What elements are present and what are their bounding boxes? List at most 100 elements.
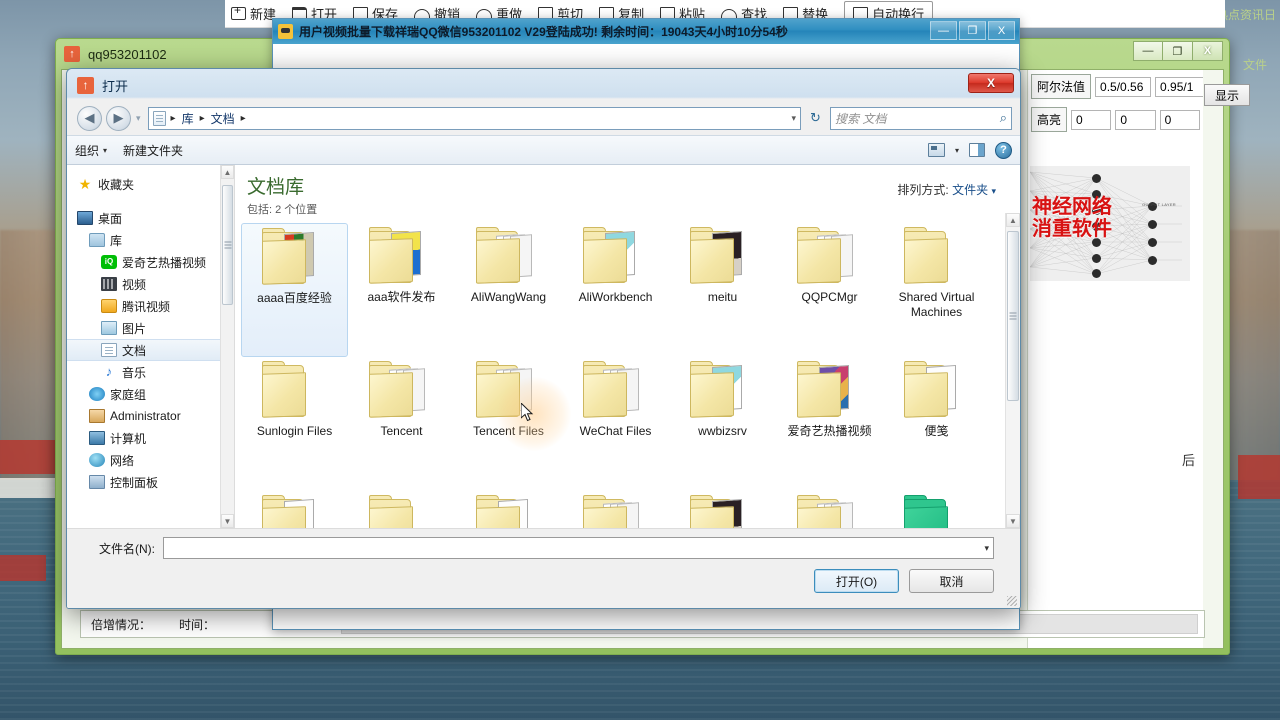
list-item[interactable] bbox=[883, 491, 990, 528]
computer-icon bbox=[89, 431, 105, 445]
scroll-up-button[interactable]: ▲ bbox=[1006, 213, 1020, 227]
chevron-down-icon[interactable]: ▾ bbox=[984, 543, 989, 554]
highlight-value-1[interactable]: 0 bbox=[1071, 109, 1112, 130]
chevron-down-icon[interactable]: ▾ bbox=[791, 113, 796, 124]
highlight-value-3[interactable]: 0 bbox=[1159, 109, 1200, 130]
sidebar-item-tencent-video[interactable]: 腾讯视频 bbox=[67, 295, 234, 317]
navigation-tree[interactable]: ★ 收藏夹 桌面 库 iQ 爱奇艺热播视频 视频 腾讯视频 图片 文档 ♪ 音乐… bbox=[67, 165, 234, 493]
dialog-command-bar[interactable]: 组织 ▾ 新建文件夹 ▾ ? bbox=[67, 135, 1020, 165]
list-item[interactable] bbox=[455, 491, 562, 528]
breadcrumb-documents[interactable]: 文档 bbox=[210, 110, 236, 127]
list-item[interactable]: Sunlogin Files bbox=[241, 357, 348, 491]
folder-icon bbox=[795, 227, 865, 285]
navigation-scrollbar[interactable]: ▲ ▼ bbox=[220, 165, 234, 528]
cancel-button[interactable]: 取消 bbox=[909, 569, 994, 593]
back-arrow-icon[interactable]: ◀ bbox=[77, 105, 102, 131]
list-item[interactable] bbox=[562, 491, 669, 528]
sidebar-item-videos[interactable]: 视频 bbox=[67, 273, 234, 295]
sidebar-item-network[interactable]: 网络 bbox=[67, 449, 234, 471]
close-button[interactable]: X bbox=[1193, 41, 1223, 61]
list-item[interactable]: QQPCMgr bbox=[776, 223, 883, 357]
dialog-buttons[interactable]: 打开(O) 取消 bbox=[67, 559, 1020, 593]
list-item[interactable] bbox=[348, 491, 455, 528]
chevron-down-icon[interactable]: ▾ bbox=[955, 146, 959, 155]
open-file-dialog[interactable]: ↑ 打开 X ◀ ▶ ▾ ▸ 库 ▸ 文档 ▸ ▾ ↻ 搜索 文档 ⌕ 组织 ▾… bbox=[66, 68, 1021, 609]
downloader-titlebar[interactable]: 用户视频批量下载祥瑞QQ微信953201102 V29登陆成功! 剩余时间：19… bbox=[273, 19, 1019, 44]
list-item[interactable]: wwbizsrv bbox=[669, 357, 776, 491]
alpha-value-2[interactable]: 0.95/1 bbox=[1155, 76, 1203, 97]
list-item[interactable]: AliWangWang bbox=[455, 223, 562, 357]
scrollbar-thumb[interactable] bbox=[1007, 231, 1019, 401]
sidebar-item-libraries[interactable]: 库 bbox=[67, 229, 234, 251]
breadcrumb-library[interactable]: 库 bbox=[181, 110, 195, 127]
minimize-button[interactable]: — bbox=[930, 21, 957, 40]
sidebar-item-favorites[interactable]: ★ 收藏夹 bbox=[67, 173, 234, 195]
sidebar-item-music[interactable]: ♪ 音乐 bbox=[67, 361, 234, 383]
filename-input[interactable]: ▾ bbox=[163, 537, 994, 559]
open-button[interactable]: 打开(O) bbox=[814, 569, 899, 593]
sidebar-item-documents[interactable]: 文档 bbox=[67, 339, 234, 361]
organize-menu[interactable]: 组织 ▾ bbox=[75, 142, 107, 159]
sidebar-item-pictures[interactable]: 图片 bbox=[67, 317, 234, 339]
list-item[interactable]: 便笺 bbox=[883, 357, 990, 491]
navigation-pane[interactable]: ★ 收藏夹 桌面 库 iQ 爱奇艺热播视频 视频 腾讯视频 图片 文档 ♪ 音乐… bbox=[67, 165, 235, 528]
minimize-button[interactable]: — bbox=[1133, 41, 1163, 61]
toolbar-new[interactable]: 新建 bbox=[231, 4, 276, 23]
list-item[interactable]: Tencent Files bbox=[455, 357, 562, 491]
help-icon[interactable]: ? bbox=[995, 141, 1012, 159]
list-item[interactable]: Tencent bbox=[348, 357, 455, 491]
downloader-window-controls[interactable]: — ❐ X bbox=[930, 21, 1015, 40]
list-item[interactable]: AliWorkbench bbox=[562, 223, 669, 357]
dialog-navigation-bar[interactable]: ◀ ▶ ▾ ▸ 库 ▸ 文档 ▸ ▾ ↻ 搜索 文档 ⌕ bbox=[67, 101, 1020, 135]
list-item[interactable]: 爱奇艺热播视频 bbox=[776, 357, 883, 491]
dialog-bottom-bar[interactable]: 文件名(N): ▾ 打开(O) 取消 bbox=[67, 528, 1020, 608]
close-button[interactable]: X bbox=[988, 21, 1015, 40]
sidebar-item-homegroup[interactable]: 家庭组 bbox=[67, 383, 234, 405]
sidebar-item-label: 家庭组 bbox=[110, 387, 147, 402]
chevron-down-icon[interactable]: ▾ bbox=[991, 186, 996, 196]
list-item[interactable]: aaaa百度经验 bbox=[241, 223, 348, 357]
sidebar-item-administrator[interactable]: Administrator bbox=[67, 405, 234, 427]
sidebar-item-control-panel[interactable]: 控制面板 bbox=[67, 471, 234, 493]
arrange-by-control[interactable]: 排列方式: 文件夹 ▾ bbox=[897, 181, 996, 198]
sidebar-item-computer[interactable]: 计算机 bbox=[67, 427, 234, 449]
search-input[interactable]: 搜索 文档 ⌕ bbox=[830, 106, 1012, 130]
list-item[interactable]: Shared Virtual Machines bbox=[883, 223, 990, 357]
arrange-value[interactable]: 文件夹 bbox=[952, 183, 988, 197]
green-window-controls[interactable]: — ❐ X bbox=[1133, 41, 1223, 61]
dialog-titlebar[interactable]: ↑ 打开 X bbox=[67, 69, 1020, 101]
maximize-button[interactable]: ❐ bbox=[1163, 41, 1193, 61]
alpha-value-1[interactable]: 0.5/0.56 bbox=[1095, 76, 1152, 97]
list-item[interactable] bbox=[241, 491, 348, 528]
dialog-close-button[interactable]: X bbox=[968, 73, 1014, 93]
scroll-down-button[interactable]: ▼ bbox=[221, 514, 234, 528]
list-item[interactable]: WeChat Files bbox=[562, 357, 669, 491]
resize-grip[interactable] bbox=[1007, 596, 1017, 606]
list-item[interactable] bbox=[776, 491, 883, 528]
maximize-button[interactable]: ❐ bbox=[959, 21, 986, 40]
file-list-pane[interactable]: 文档库 包括: 2 个位置 排列方式: 文件夹 ▾ aaaa百度经验 aaa软件… bbox=[235, 165, 1020, 528]
chevron-down-icon[interactable]: ▾ bbox=[136, 113, 141, 124]
preview-pane-icon[interactable] bbox=[969, 143, 985, 157]
address-bar[interactable]: ▸ 库 ▸ 文档 ▸ ▾ bbox=[147, 106, 801, 130]
list-item[interactable] bbox=[669, 491, 776, 528]
file-grid[interactable]: aaaa百度经验 aaa软件发布 AliWangWang AliWorkbenc… bbox=[241, 221, 1004, 528]
list-item[interactable]: meitu bbox=[669, 223, 776, 357]
scroll-down-button[interactable]: ▼ bbox=[1006, 514, 1020, 528]
refresh-icon[interactable]: ↻ bbox=[805, 108, 826, 129]
new-folder-button[interactable]: 新建文件夹 bbox=[123, 142, 183, 159]
command-bar-right[interactable]: ▾ ? bbox=[927, 141, 1012, 159]
show-button[interactable]: 显示 bbox=[1204, 84, 1250, 106]
forward-arrow-icon[interactable]: ▶ bbox=[106, 105, 131, 131]
sidebar-item-desktop[interactable]: 桌面 bbox=[67, 207, 234, 229]
folder-icon bbox=[474, 495, 544, 528]
sidebar-item-iqiyi[interactable]: iQ 爱奇艺热播视频 bbox=[67, 251, 234, 273]
parameters-panel[interactable]: 阿尔法值 0.5/0.56 0.95/1 高亮 0 0 0 OUTPUT LAY… bbox=[1027, 70, 1203, 648]
list-item[interactable]: aaa软件发布 bbox=[348, 223, 455, 357]
highlight-value-2[interactable]: 0 bbox=[1115, 109, 1156, 130]
file-list-scrollbar[interactable]: ▲ ▼ bbox=[1005, 213, 1020, 528]
scroll-up-button[interactable]: ▲ bbox=[221, 165, 234, 179]
library-subtitle: 包括: 2 个位置 bbox=[247, 204, 318, 216]
view-icon[interactable] bbox=[927, 143, 945, 157]
scrollbar-thumb[interactable] bbox=[222, 185, 233, 305]
